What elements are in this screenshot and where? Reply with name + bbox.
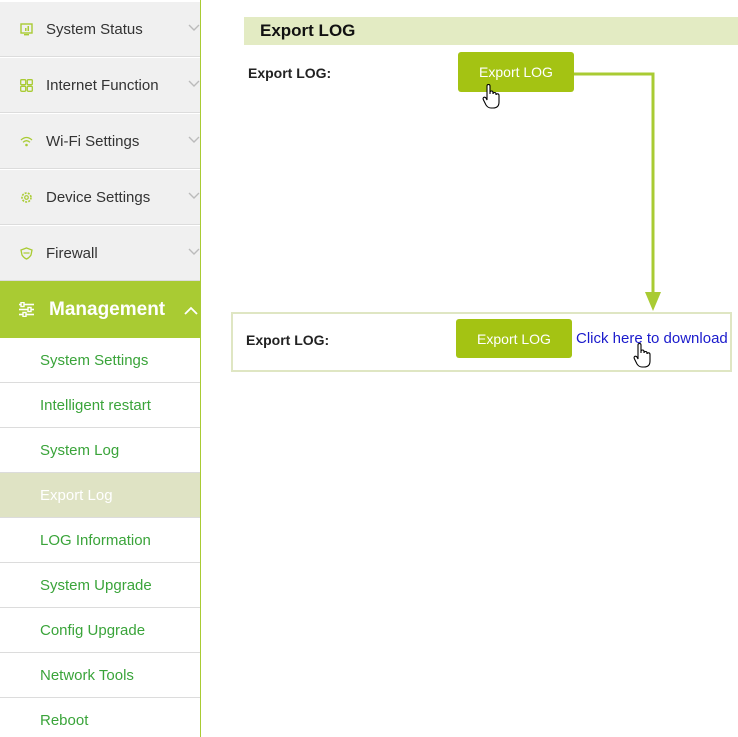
export-log-label: Export LOG: — [248, 65, 332, 81]
gear-icon — [19, 190, 33, 204]
page-title: Export LOG — [260, 21, 356, 40]
sidebar-subitem-export-log[interactable]: Export Log — [0, 473, 200, 518]
sidebar-item-label: System Status — [46, 20, 143, 38]
export-log-result-label: Export LOG: — [246, 332, 330, 348]
sidebar-item-label: Internet Function — [46, 76, 159, 94]
sidebar-subitem-system-log[interactable]: System Log — [0, 428, 200, 473]
chevron-down-icon — [188, 192, 200, 199]
hand-cursor-icon — [482, 84, 500, 109]
sidebar-item-label: Wi-Fi Settings — [46, 132, 140, 150]
sidebar-item-label: Firewall — [46, 244, 98, 262]
sidebar-subitem-network-tools[interactable]: Network Tools — [0, 653, 200, 698]
sidebar: System Status Internet Function Wi-Fi Se… — [0, 0, 201, 737]
sidebar-item-management[interactable]: Management — [0, 281, 200, 338]
sidebar-item-label: Device Settings — [46, 188, 151, 206]
sidebar-subitem-config-upgrade[interactable]: Config Upgrade — [0, 608, 200, 653]
sidebar-item-wifi-settings[interactable]: Wi-Fi Settings — [0, 114, 200, 169]
monitor-icon — [19, 22, 33, 36]
hand-cursor-icon — [633, 343, 651, 368]
wifi-icon — [19, 134, 33, 148]
chevron-up-icon — [184, 306, 198, 315]
chevron-down-icon — [188, 24, 200, 31]
sidebar-subitem-system-settings[interactable]: System Settings — [0, 338, 200, 383]
chevron-down-icon — [188, 136, 200, 143]
sliders-icon — [17, 301, 35, 319]
sidebar-subitem-log-information[interactable]: LOG Information — [0, 518, 200, 563]
sidebar-item-device-settings[interactable]: Device Settings — [0, 170, 200, 225]
export-log-result-button[interactable]: Export LOG — [456, 319, 572, 358]
grid-icon — [19, 78, 33, 92]
chevron-down-icon — [188, 248, 200, 255]
sidebar-item-system-status[interactable]: System Status — [0, 2, 200, 57]
chevron-down-icon — [188, 80, 200, 87]
sidebar-subitem-system-upgrade[interactable]: System Upgrade — [0, 563, 200, 608]
shield-icon — [19, 246, 33, 260]
section-header: Export LOG — [244, 17, 738, 45]
sidebar-subitem-intelligent-restart[interactable]: Intelligent restart — [0, 383, 200, 428]
sidebar-item-label: Management — [49, 298, 166, 320]
sidebar-subitem-reboot[interactable]: Reboot — [0, 698, 200, 737]
sidebar-item-firewall[interactable]: Firewall — [0, 226, 200, 281]
export-log-button[interactable]: Export LOG — [458, 52, 574, 92]
sidebar-item-internet-function[interactable]: Internet Function — [0, 58, 200, 113]
